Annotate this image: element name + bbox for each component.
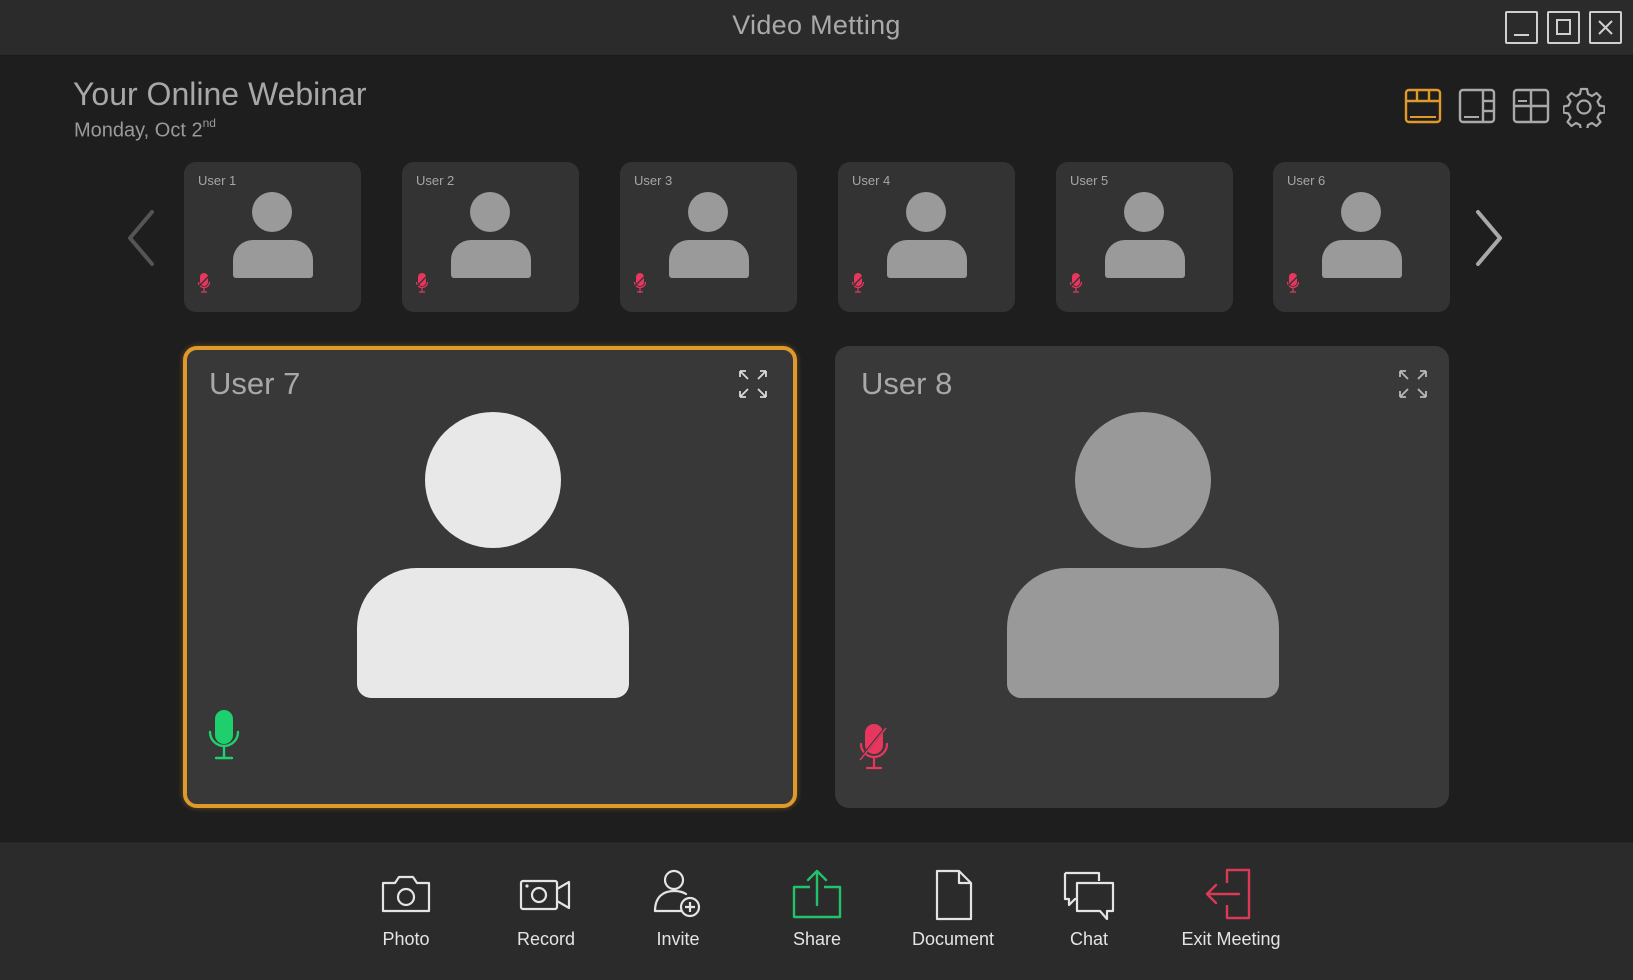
settings-icon <box>1562 87 1606 132</box>
participant-name: User 4 <box>852 173 891 188</box>
invite-button[interactable]: Invite <box>613 867 743 967</box>
mic-muted-icon <box>197 273 211 293</box>
meeting-date: Monday, Oct 2nd <box>74 116 216 143</box>
avatar-body <box>233 240 313 278</box>
window-title: Video Metting <box>732 10 901 40</box>
exit-icon <box>1205 868 1251 920</box>
meeting-toolbar: Photo Record Invite Share Document Chat … <box>0 842 1633 980</box>
sidebar-layout-icon <box>1458 88 1496 124</box>
mic-muted-icon[interactable] <box>857 722 891 778</box>
avatar-body <box>1007 568 1279 698</box>
participant-name: User 8 <box>861 366 953 401</box>
maximize-button[interactable] <box>1547 11 1580 44</box>
document-label: Document <box>911 929 995 949</box>
document-icon <box>935 869 973 921</box>
exit-meeting-label: Exit Meeting <box>1181 929 1281 949</box>
avatar-body <box>887 240 967 278</box>
avatar-body <box>451 240 531 278</box>
grid-layout-icon <box>1512 88 1550 124</box>
avatar-head <box>252 192 292 232</box>
previous-users-button[interactable] <box>122 206 162 270</box>
record-label: Record <box>516 929 576 949</box>
participant-name: User 6 <box>1287 173 1326 188</box>
sidebar-layout-button[interactable] <box>1457 86 1497 126</box>
participant-name: User 3 <box>634 173 673 188</box>
avatar-body <box>357 568 629 698</box>
avatar-body <box>669 240 749 278</box>
invite-label: Invite <box>656 929 700 949</box>
chevron-left-icon <box>128 210 154 266</box>
expand-icon[interactable] <box>1397 368 1429 400</box>
participant-thumbnail[interactable]: User 1 <box>184 162 361 312</box>
document-button[interactable]: Document <box>888 867 1018 967</box>
avatar-head <box>1124 192 1164 232</box>
avatar-head <box>1341 192 1381 232</box>
mic-muted-icon <box>851 273 865 293</box>
mic-muted-icon <box>415 273 429 293</box>
speaker-tile-active[interactable]: User 7 <box>183 346 797 808</box>
participant-name: User 7 <box>209 366 301 401</box>
settings-button[interactable] <box>1562 86 1606 132</box>
avatar-head <box>688 192 728 232</box>
grid-layout-button[interactable] <box>1511 86 1551 126</box>
share-icon <box>792 869 842 919</box>
minimize-button[interactable] <box>1505 11 1538 44</box>
page-title: Your Online Webinar <box>73 76 367 112</box>
participant-thumbnail[interactable]: User 4 <box>838 162 1015 312</box>
next-users-button[interactable] <box>1468 206 1508 270</box>
chevron-right-icon <box>1476 210 1502 266</box>
chat-button[interactable]: Chat <box>1024 867 1154 967</box>
mic-on-icon[interactable] <box>207 708 241 764</box>
participant-thumbnail[interactable]: User 5 <box>1056 162 1233 312</box>
date-suffix: nd <box>202 116 216 130</box>
exit-meeting-button[interactable]: Exit Meeting <box>1166 867 1296 967</box>
filmstrip-layout-button[interactable] <box>1403 86 1443 126</box>
meeting-area: Your Online Webinar Monday, Oct 2nd User… <box>0 56 1633 842</box>
participant-thumbnail[interactable]: User 3 <box>620 162 797 312</box>
participant-name: User 5 <box>1070 173 1109 188</box>
title-bar: Video Metting <box>0 0 1633 56</box>
avatar-head <box>470 192 510 232</box>
mic-muted-icon <box>633 273 647 293</box>
mic-muted-icon <box>1286 273 1300 293</box>
participant-thumbnail[interactable]: User 6 <box>1273 162 1450 312</box>
speaker-tile[interactable]: User 8 <box>835 346 1449 808</box>
avatar-body <box>1105 240 1185 278</box>
close-icon <box>1598 20 1613 35</box>
photo-button[interactable]: Photo <box>341 867 471 967</box>
expand-icon[interactable] <box>737 368 769 400</box>
participant-name: User 2 <box>416 173 455 188</box>
avatar-body <box>1322 240 1402 278</box>
share-button[interactable]: Share <box>752 867 882 967</box>
avatar-head <box>425 412 561 548</box>
record-button[interactable]: Record <box>481 867 611 967</box>
chat-label: Chat <box>1069 929 1109 949</box>
photo-label: Photo <box>382 929 430 949</box>
avatar-head <box>1075 412 1211 548</box>
close-button[interactable] <box>1589 11 1622 44</box>
date-text: Monday, Oct 2 <box>74 119 203 142</box>
chat-icon <box>1063 871 1115 921</box>
add-user-icon <box>653 869 701 918</box>
participant-thumbnail[interactable]: User 2 <box>402 162 579 312</box>
filmstrip-layout-icon <box>1404 88 1442 124</box>
camera-icon <box>381 875 431 913</box>
mic-muted-icon <box>1069 273 1083 293</box>
participant-name: User 1 <box>198 173 237 188</box>
avatar-head <box>906 192 946 232</box>
share-label: Share <box>792 929 842 949</box>
video-camera-icon <box>519 879 571 911</box>
